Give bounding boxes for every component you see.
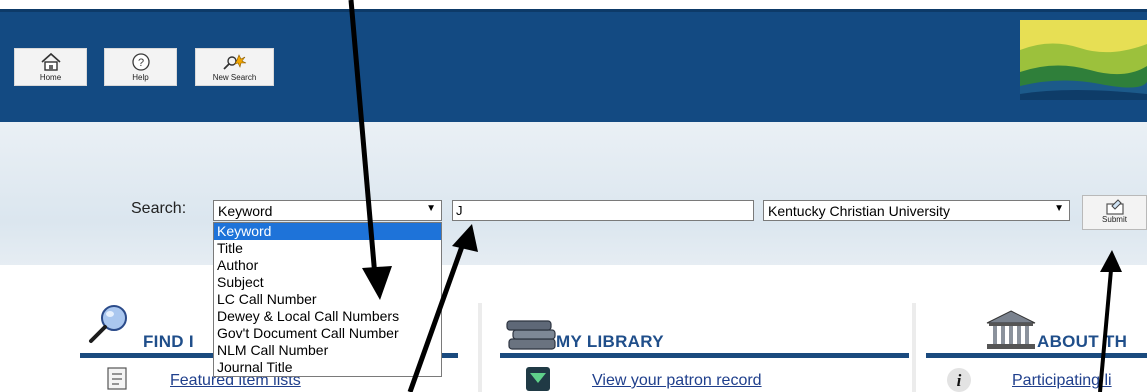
list-icon bbox=[107, 367, 127, 390]
library-select[interactable]: Kentucky Christian University ▼ bbox=[763, 200, 1070, 221]
help-icon: ? bbox=[131, 53, 150, 71]
info-icon: i bbox=[947, 368, 971, 392]
new-search-icon bbox=[222, 54, 246, 70]
search-type-option[interactable]: Dewey & Local Call Numbers bbox=[214, 308, 441, 325]
view-patron-record-link[interactable]: View your patron record bbox=[592, 372, 762, 390]
search-type-option[interactable]: LC Call Number bbox=[214, 291, 441, 308]
search-label: Search: bbox=[131, 200, 187, 217]
search-type-option[interactable]: Author bbox=[214, 257, 441, 274]
search-input[interactable]: J bbox=[452, 200, 754, 221]
svg-text:?: ? bbox=[137, 57, 143, 69]
search-type-option[interactable]: Journal Title bbox=[214, 359, 441, 376]
find-items-title: FIND I bbox=[143, 332, 194, 351]
my-library-rule bbox=[500, 353, 909, 358]
books-icon bbox=[506, 320, 556, 350]
help-button-label: Help bbox=[132, 73, 149, 82]
home-button[interactable]: Home bbox=[14, 48, 87, 86]
search-type-option[interactable]: Title bbox=[214, 240, 441, 257]
participating-libraries-link[interactable]: Participating li bbox=[1012, 372, 1112, 390]
header-top-line bbox=[0, 9, 1147, 12]
column-divider bbox=[912, 303, 916, 392]
search-type-option[interactable]: NLM Call Number bbox=[214, 342, 441, 359]
my-library-title: MY LIBRARY bbox=[556, 332, 664, 351]
about-rule bbox=[926, 353, 1147, 358]
search-type-option[interactable]: Gov't Document Call Number bbox=[214, 325, 441, 342]
home-icon bbox=[40, 52, 61, 71]
new-search-button[interactable]: New Search bbox=[195, 48, 274, 86]
search-type-dropdown-list[interactable]: Keyword Title Author Subject LC Call Num… bbox=[213, 222, 442, 377]
patron-record-icon bbox=[526, 367, 550, 391]
search-band bbox=[0, 122, 1147, 265]
chevron-down-icon: ▼ bbox=[426, 203, 436, 214]
library-logo-image bbox=[1020, 20, 1147, 100]
search-type-value: Keyword bbox=[218, 203, 273, 219]
submit-button[interactable]: Submit bbox=[1082, 195, 1147, 230]
top-strip bbox=[0, 0, 1147, 9]
svg-text:i: i bbox=[957, 371, 962, 390]
help-button[interactable]: ? Help bbox=[104, 48, 177, 86]
search-type-option[interactable]: Subject bbox=[214, 274, 441, 291]
new-search-button-label: New Search bbox=[212, 73, 257, 82]
home-button-label: Home bbox=[39, 73, 62, 82]
about-title: ABOUT TH bbox=[1037, 332, 1128, 351]
submit-button-label: Submit bbox=[1102, 215, 1127, 224]
chevron-down-icon: ▼ bbox=[1054, 203, 1064, 214]
magnifier-icon bbox=[89, 305, 127, 343]
submit-icon bbox=[1105, 199, 1124, 215]
search-type-select[interactable]: Keyword ▼ bbox=[213, 200, 442, 221]
column-divider bbox=[478, 303, 482, 392]
institution-icon bbox=[986, 310, 1036, 349]
search-type-option[interactable]: Keyword bbox=[214, 223, 441, 240]
library-select-value: Kentucky Christian University bbox=[768, 203, 951, 219]
